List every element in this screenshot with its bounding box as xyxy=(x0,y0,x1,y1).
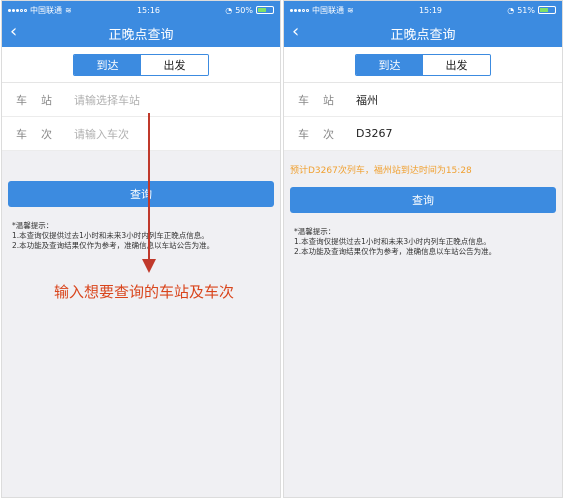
tab-arrive[interactable]: 到达 xyxy=(356,54,423,75)
clock: 15:19 xyxy=(418,5,442,15)
clock: 15:16 xyxy=(136,5,160,15)
annotation-text: 输入想要查询的车站及车次 xyxy=(54,283,235,301)
phone-screen-1: 中国联通 ≋ 15:16 ◔ 50% ‹ 正晚点查询 到达 出发 车站 请输选择… xyxy=(1,0,281,498)
query-button[interactable]: 查询 xyxy=(290,187,556,213)
carrier-label: 中国联通 xyxy=(30,5,62,15)
carrier-label: 中国联通 xyxy=(312,5,344,15)
segment-control: 到达 出发 xyxy=(2,47,280,83)
tips-header: *温馨提示： xyxy=(294,227,336,236)
station-field[interactable]: 车站 请输选择车站 xyxy=(2,83,280,117)
query-button[interactable]: 查询 xyxy=(8,181,274,207)
battery-percent: 51% xyxy=(517,5,535,15)
annotation-arrow-head xyxy=(142,259,156,273)
arrival-notice: 预计D3267次列车，福州站到达时间为15:28 xyxy=(290,166,472,176)
train-field[interactable]: 车次 D3267 xyxy=(284,117,562,151)
station-input[interactable]: 福州 xyxy=(356,92,378,108)
page-title: 正晚点查询 xyxy=(390,27,456,43)
tips-line-2: 2.本功能及查询结果仅作为参考，准确信息以车站公告为准。 xyxy=(12,241,215,250)
alarm-icon: ◔ xyxy=(507,5,515,15)
status-bar: 中国联通 ≋ 15:16 ◔ 50% xyxy=(2,1,280,19)
train-field[interactable]: 车次 请输入车次 xyxy=(2,117,280,151)
tips-line-1: 1.本查询仅提供过去1小时和未来3小时内列车正晚点信息。 xyxy=(12,231,209,240)
tips-line-2: 2.本功能及查询结果仅作为参考，准确信息以车站公告为准。 xyxy=(294,247,497,256)
tips-block: *温馨提示： 1.本查询仅提供过去1小时和未来3小时内列车正晚点信息。 2.本功… xyxy=(284,213,562,257)
status-bar: 中国联通 ≋ 15:19 ◔ 51% xyxy=(284,1,562,19)
train-input[interactable]: D3267 xyxy=(356,127,392,140)
wifi-icon: ≋ xyxy=(65,5,72,15)
back-icon[interactable]: ‹ xyxy=(292,22,299,42)
battery-percent: 50% xyxy=(235,5,253,15)
annotation-arrow-line xyxy=(148,113,150,263)
battery-icon xyxy=(256,6,274,14)
battery-icon xyxy=(538,6,556,14)
tab-depart[interactable]: 出发 xyxy=(423,54,490,75)
station-label: 车站 xyxy=(298,93,348,107)
signal-icon xyxy=(8,8,27,12)
signal-icon xyxy=(290,8,309,12)
train-label: 车次 xyxy=(298,127,348,141)
wifi-icon: ≋ xyxy=(347,5,354,15)
tab-depart[interactable]: 出发 xyxy=(141,54,208,75)
nav-bar: ‹ 正晚点查询 xyxy=(284,19,562,47)
station-field[interactable]: 车站 福州 xyxy=(284,83,562,117)
tab-arrive[interactable]: 到达 xyxy=(74,54,141,75)
tips-block: *温馨提示： 1.本查询仅提供过去1小时和未来3小时内列车正晚点信息。 2.本功… xyxy=(2,207,280,251)
station-input[interactable]: 请输选择车站 xyxy=(74,92,140,108)
station-label: 车站 xyxy=(16,93,66,107)
nav-bar: ‹ 正晚点查询 xyxy=(2,19,280,47)
tips-header: *温馨提示： xyxy=(12,221,54,230)
phone-screen-2: 中国联通 ≋ 15:19 ◔ 51% ‹ 正晚点查询 到达 出发 车站 福州 车… xyxy=(283,0,563,498)
tips-line-1: 1.本查询仅提供过去1小时和未来3小时内列车正晚点信息。 xyxy=(294,237,491,246)
page-title: 正晚点查询 xyxy=(108,27,174,43)
train-input[interactable]: 请输入车次 xyxy=(74,126,129,142)
alarm-icon: ◔ xyxy=(225,5,233,15)
segment-control: 到达 出发 xyxy=(284,47,562,83)
back-icon[interactable]: ‹ xyxy=(10,22,17,42)
train-label: 车次 xyxy=(16,127,66,141)
